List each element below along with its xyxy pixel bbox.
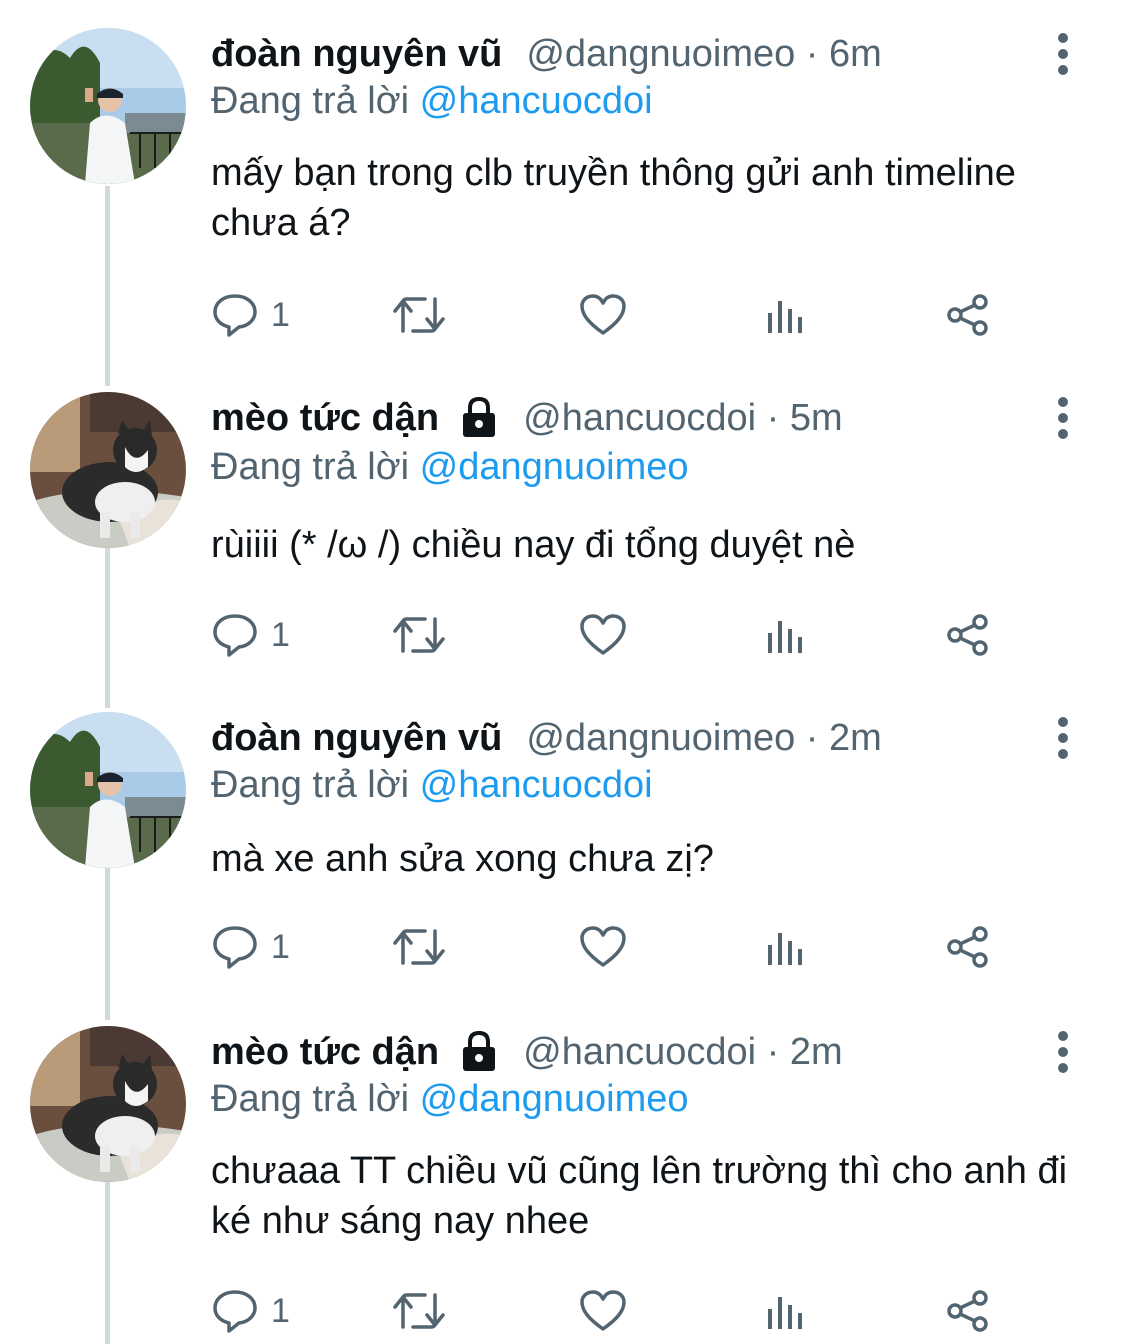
share-icon [947, 614, 988, 656]
view-stats-button[interactable] [765, 290, 805, 340]
replying-to: Đang trả lời @dangnuoimeo [211, 1078, 689, 1121]
share-icon [947, 926, 988, 968]
handle-and-timestamp[interactable]: @hancuocdoi · 2m [523, 1031, 843, 1074]
analytics-bars-icon [768, 621, 802, 653]
retweet-button[interactable] [391, 290, 447, 340]
reply-button[interactable]: 1 [211, 1286, 290, 1336]
display-name[interactable]: mèo tức dận [211, 397, 439, 440]
heart-icon [580, 1290, 626, 1331]
share-button[interactable] [945, 922, 991, 972]
reply-bubble-icon [213, 926, 257, 969]
reply-bubble-icon [213, 614, 257, 657]
action-bar: 1 [211, 922, 1011, 972]
handle-and-timestamp[interactable]: @dangnuoimeo · 2m [526, 717, 881, 760]
replying-to-label: Đang trả lời [211, 1078, 410, 1120]
heart-icon [580, 294, 626, 335]
mention-link[interactable]: @hancuocdoi [420, 80, 653, 122]
avatar[interactable] [30, 28, 186, 184]
view-stats-button[interactable] [765, 1286, 805, 1336]
action-bar: 1 [211, 610, 1011, 660]
reply-button[interactable]: 1 [211, 922, 290, 972]
analytics-bars-icon [768, 1297, 802, 1329]
lock-icon [463, 396, 496, 437]
more-options-icon[interactable] [1051, 32, 1075, 76]
action-bar: 1 [211, 1286, 1011, 1336]
retweet-icon [393, 1293, 445, 1329]
reply-bubble-icon [213, 294, 257, 337]
display-name[interactable]: đoàn nguyên vũ [211, 717, 502, 760]
reply-button[interactable]: 1 [211, 610, 290, 660]
analytics-bars-icon [768, 933, 802, 965]
tweet[interactable]: mèo tức dận @hancuocdoi · 2m Đang trả lờ… [0, 1026, 1125, 1344]
tweet-text: mấy bạn trong clb truyền thông gửi anh t… [211, 152, 1016, 244]
share-button[interactable] [945, 290, 991, 340]
more-options-icon[interactable] [1051, 1030, 1075, 1074]
person-photo-avatar-icon [30, 28, 186, 184]
retweet-icon [393, 617, 445, 653]
tweet[interactable]: đoàn nguyên vũ @dangnuoimeo · 2m Đang tr… [0, 712, 1125, 1002]
share-icon [947, 1290, 988, 1332]
retweet-button[interactable] [391, 1286, 447, 1336]
person-photo-avatar-icon [30, 712, 186, 868]
tweet-text: rùiiii (* /ω /) chiều nay đi tổng duyệt … [211, 524, 856, 566]
reply-count: 1 [271, 615, 290, 654]
tweet-text: chưaaa TT chiều vũ cũng lên trường thì c… [211, 1150, 1068, 1242]
avatar[interactable] [30, 392, 186, 548]
tweet-text: mà xe anh sửa xong chưa zị? [211, 838, 714, 880]
replying-to-label: Đang trả lời [211, 764, 410, 806]
reply-count: 1 [271, 295, 290, 334]
more-options-icon[interactable] [1051, 396, 1075, 440]
view-stats-button[interactable] [765, 610, 805, 660]
share-button[interactable] [945, 1286, 991, 1336]
heart-icon [580, 614, 626, 655]
view-stats-button[interactable] [765, 922, 805, 972]
retweet-button[interactable] [391, 610, 447, 660]
retweet-button[interactable] [391, 922, 447, 972]
mention-link[interactable]: @hancuocdoi [420, 764, 653, 806]
mention-link[interactable]: @dangnuoimeo [420, 446, 689, 488]
more-options-icon[interactable] [1051, 716, 1075, 760]
handle-and-timestamp[interactable]: @hancuocdoi · 5m [523, 397, 843, 440]
reply-bubble-icon [213, 1290, 257, 1333]
reply-button[interactable]: 1 [211, 290, 290, 340]
like-button[interactable] [579, 290, 627, 340]
replying-to: Đang trả lời @hancuocdoi [211, 764, 653, 807]
tweet[interactable]: mèo tức dận @hancuocdoi · 5m Đang trả lờ… [0, 392, 1125, 682]
retweet-icon [393, 929, 445, 965]
cat-photo-avatar-icon [30, 392, 186, 548]
replying-to: Đang trả lời @dangnuoimeo [211, 446, 689, 489]
handle-and-timestamp[interactable]: @dangnuoimeo · 6m [526, 33, 881, 76]
replying-to-label: Đang trả lời [211, 446, 410, 488]
avatar[interactable] [30, 712, 186, 868]
analytics-bars-icon [768, 301, 802, 333]
avatar[interactable] [30, 1026, 186, 1182]
action-bar: 1 [211, 290, 1011, 340]
mention-link[interactable]: @dangnuoimeo [420, 1078, 689, 1120]
reply-count: 1 [271, 927, 290, 966]
like-button[interactable] [579, 922, 627, 972]
replying-to-label: Đang trả lời [211, 80, 410, 122]
retweet-icon [393, 297, 445, 333]
heart-icon [580, 926, 626, 967]
cat-photo-avatar-icon [30, 1026, 186, 1182]
share-button[interactable] [945, 610, 991, 660]
share-icon [947, 294, 988, 336]
like-button[interactable] [579, 610, 627, 660]
replying-to: Đang trả lời @hancuocdoi [211, 80, 653, 123]
display-name[interactable]: mèo tức dận [211, 1031, 439, 1074]
reply-count: 1 [271, 1291, 290, 1330]
lock-icon [463, 1030, 496, 1071]
display-name[interactable]: đoàn nguyên vũ [211, 33, 502, 76]
tweet[interactable]: đoàn nguyên vũ @dangnuoimeo · 6m Đang tr… [0, 28, 1125, 368]
like-button[interactable] [579, 1286, 627, 1336]
